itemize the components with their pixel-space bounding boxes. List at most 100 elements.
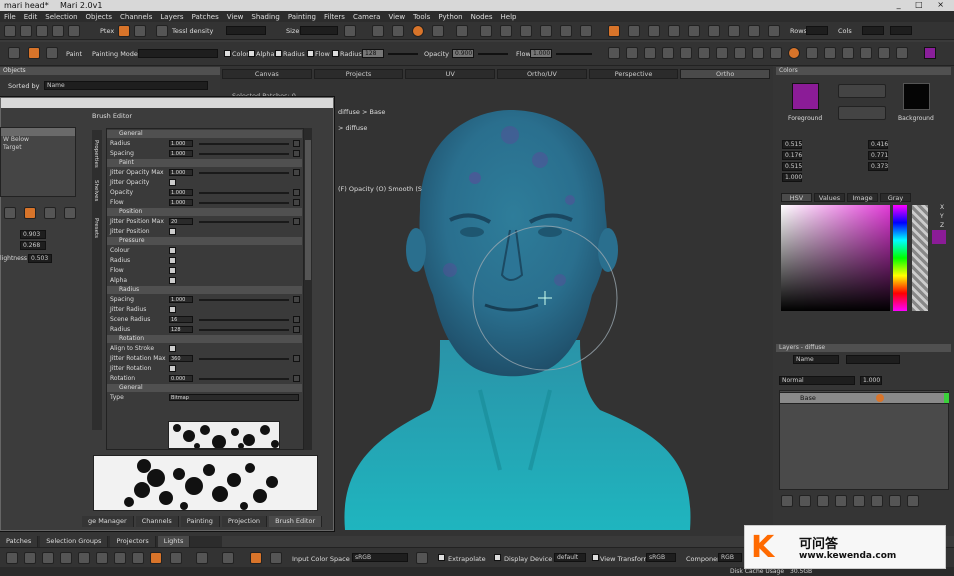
property-value-field[interactable]: 1.000	[169, 296, 193, 303]
layer-row[interactable]: Base	[779, 392, 949, 404]
transform-icon[interactable]	[698, 47, 710, 59]
flow-slider[interactable]	[556, 53, 592, 55]
property-value-field[interactable]: 1.000	[169, 189, 193, 196]
brush-icon[interactable]	[770, 47, 782, 59]
swap-colors-button[interactable]	[838, 84, 886, 98]
property-slider[interactable]	[199, 192, 289, 194]
camera-icon[interactable]	[580, 25, 592, 37]
property-reset-button[interactable]	[293, 199, 300, 206]
brush-preset-icon[interactable]	[28, 47, 40, 59]
property-slider[interactable]	[199, 172, 289, 174]
erase-icon[interactable]	[842, 47, 854, 59]
flow-checkbox[interactable]	[307, 50, 314, 57]
color-value-a[interactable]: 1.000	[782, 173, 802, 182]
property-reset-button[interactable]	[293, 375, 300, 382]
section-header[interactable]: Pressure	[107, 237, 302, 245]
mask-icon[interactable]	[134, 25, 146, 37]
fill-icon[interactable]	[860, 47, 872, 59]
clone-icon[interactable]	[734, 47, 746, 59]
property-value-field[interactable]: 20	[169, 218, 193, 225]
light-tool-icon[interactable]	[132, 552, 144, 564]
save-icon[interactable]	[36, 25, 48, 37]
tab-image[interactable]: Image	[847, 193, 878, 202]
open-project-icon[interactable]	[20, 25, 32, 37]
alpha-slider[interactable]	[912, 205, 928, 311]
object-field-3[interactable]: 0.503	[28, 254, 52, 263]
display-device-select[interactable]: default	[554, 553, 586, 562]
zoom-icon[interactable]	[662, 47, 674, 59]
section-header[interactable]: General	[107, 384, 302, 392]
layer-lock-icon[interactable]	[876, 394, 884, 402]
object-add-icon[interactable]	[24, 207, 36, 219]
tessellation-icon[interactable]	[156, 25, 168, 37]
menu-layers[interactable]: Layers	[160, 13, 183, 21]
transform-tool-icon[interactable]	[24, 552, 36, 564]
property-value-field[interactable]: 128	[169, 326, 193, 333]
extra-field[interactable]	[890, 26, 912, 35]
tessellation-field[interactable]	[226, 26, 266, 35]
sphere-icon[interactable]	[372, 25, 384, 37]
painting-mode-select[interactable]	[138, 49, 218, 58]
checker-icon[interactable]	[728, 25, 740, 37]
radius-slider[interactable]	[388, 53, 418, 55]
light-icon[interactable]	[432, 25, 444, 37]
layer-filter-field[interactable]: Name	[793, 355, 839, 364]
drop-icon[interactable]	[716, 47, 728, 59]
property-slider[interactable]	[199, 221, 289, 223]
tab-ortho[interactable]: Ortho	[680, 69, 771, 79]
layer-icon[interactable]	[628, 25, 640, 37]
paint-through-icon[interactable]	[788, 47, 800, 59]
input-color-space-select[interactable]: sRGB	[352, 553, 408, 562]
cube-icon[interactable]	[708, 25, 720, 37]
frame-icon[interactable]	[540, 25, 552, 37]
property-value-field[interactable]: 1.000	[169, 169, 193, 176]
side-tab-shelves[interactable]: Shelves	[93, 180, 99, 201]
brush-shape-icon[interactable]	[46, 47, 58, 59]
pointer-icon[interactable]	[42, 552, 54, 564]
section-header[interactable]: Radius	[107, 286, 302, 294]
tab-projectors[interactable]: Projectors	[110, 536, 156, 547]
tab-values[interactable]: Values	[814, 193, 845, 202]
image-icon[interactable]	[270, 552, 282, 564]
projector-active-icon[interactable]	[250, 552, 262, 564]
property-value-field[interactable]: 1.000	[169, 150, 193, 157]
tab-image-manager[interactable]: ge Manager	[82, 516, 134, 527]
tab-gray[interactable]: Gray	[880, 193, 911, 202]
opacity-value-field[interactable]: 0.900	[452, 49, 474, 58]
wire-icon[interactable]	[500, 25, 512, 37]
menu-patches[interactable]: Patches	[192, 13, 219, 21]
current-color-chip[interactable]	[932, 230, 946, 244]
color-value-b[interactable]: 0.373	[868, 162, 888, 171]
property-slider[interactable]	[199, 378, 289, 380]
property-slider[interactable]	[199, 319, 289, 321]
property-slider[interactable]	[199, 299, 289, 301]
property-checkbox[interactable]	[169, 365, 176, 372]
current-color-swatch[interactable]	[924, 47, 936, 59]
camera-tool-icon[interactable]	[114, 552, 126, 564]
property-reset-button[interactable]	[293, 326, 300, 333]
property-checkbox[interactable]	[169, 267, 176, 274]
extrapolate-checkbox[interactable]	[438, 554, 445, 561]
object-remove-icon[interactable]	[44, 207, 56, 219]
cols-field[interactable]	[862, 26, 884, 35]
property-checkbox[interactable]	[169, 345, 176, 352]
size-field[interactable]	[300, 26, 338, 35]
window-controls[interactable]: _ □ ×	[897, 0, 950, 9]
menu-selection[interactable]: Selection	[45, 13, 77, 21]
property-checkbox[interactable]	[169, 306, 176, 313]
lasso-icon[interactable]	[626, 47, 638, 59]
menu-file[interactable]: File	[4, 13, 16, 21]
sphere-shaded-icon[interactable]	[392, 25, 404, 37]
smear-icon[interactable]	[806, 47, 818, 59]
tab-uv[interactable]: UV	[405, 69, 496, 79]
reset-colors-button[interactable]	[838, 106, 886, 120]
side-tab-presets[interactable]: Presets	[93, 218, 99, 238]
side-tab-properties[interactable]: Properties	[93, 140, 99, 168]
radius-value-field[interactable]: 128	[362, 49, 384, 58]
merge-layer-icon[interactable]	[871, 495, 883, 507]
gradient-icon[interactable]	[896, 47, 908, 59]
uv-icon[interactable]	[648, 25, 660, 37]
view-icon[interactable]	[768, 25, 780, 37]
property-value-field[interactable]: 1.000	[169, 140, 193, 147]
tab-perspective[interactable]: Perspective	[588, 69, 679, 79]
